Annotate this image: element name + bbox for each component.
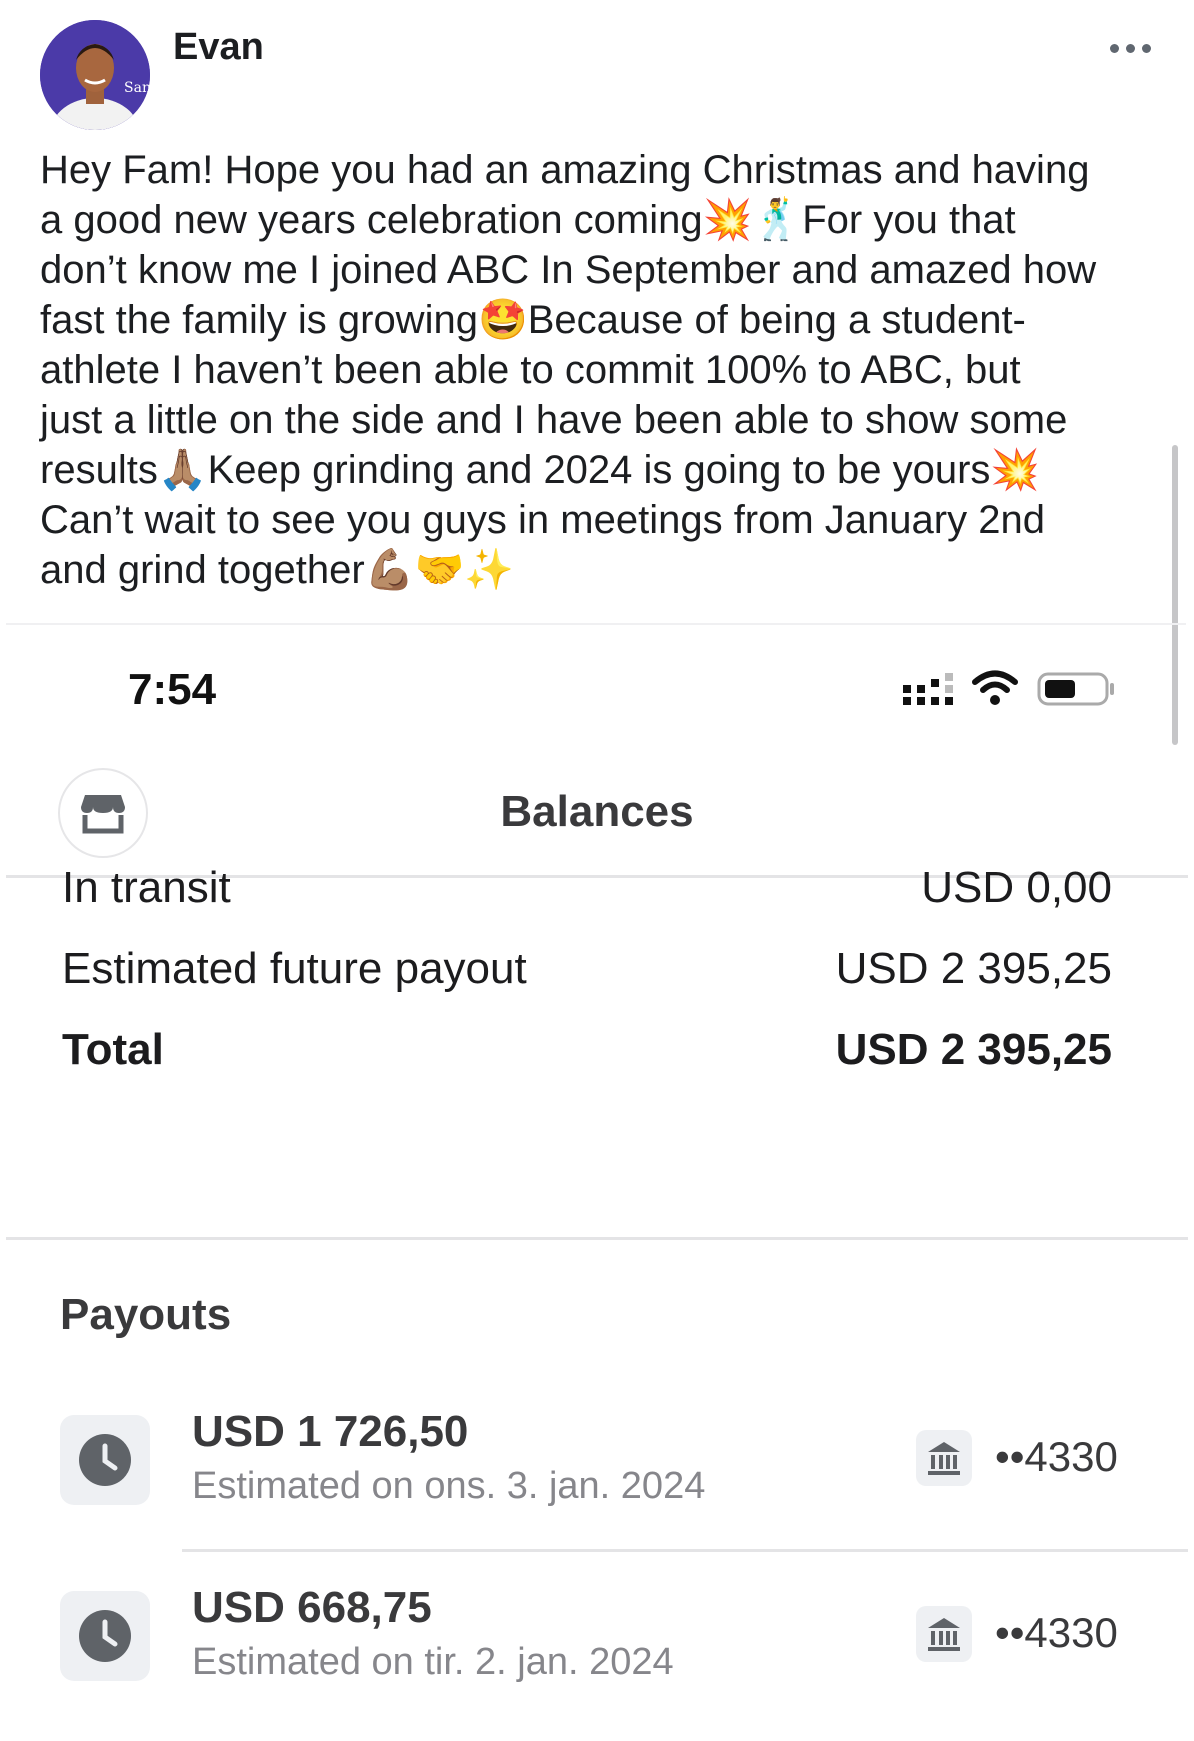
payout-amount: USD 1 726,50	[192, 1407, 469, 1456]
payout-row[interactable]: USD 1 726,50 Estimated on ons. 3. jan. 2…	[0, 1407, 1194, 1565]
payout-date: Estimated on ons. 3. jan. 2024	[192, 1465, 706, 1507]
balance-row-in-transit: In transit USD 0,00	[62, 863, 1112, 923]
balance-value: USD 0,00	[921, 863, 1112, 912]
post-header: San Evan	[0, 0, 1194, 140]
divider	[182, 1549, 1188, 1552]
payout-row[interactable]: USD 668,75 Estimated on tir. 2. jan. 202…	[0, 1583, 1194, 1741]
payout-date: Estimated on tir. 2. jan. 2024	[192, 1641, 674, 1683]
more-icon	[1109, 43, 1119, 53]
bank-icon-box	[916, 1430, 972, 1486]
balance-label: Total	[62, 1025, 164, 1074]
clock-icon-box	[60, 1415, 150, 1505]
more-icon-dot	[1125, 43, 1135, 53]
screen-title: Balances	[500, 787, 694, 836]
balance-label: Estimated future payout	[62, 944, 527, 993]
battery-icon	[1037, 672, 1114, 706]
balance-value: USD 2 395,25	[835, 944, 1112, 993]
balance-label: In transit	[62, 863, 231, 912]
payouts-heading: Payouts	[60, 1290, 232, 1339]
account-number: ••4330	[995, 1609, 1118, 1656]
balance-value: USD 2 395,25	[835, 1025, 1112, 1074]
clock-icon-box	[60, 1591, 150, 1681]
wifi-icon	[972, 670, 1018, 705]
bank-icon	[928, 1618, 960, 1651]
balance-row-estimated: Estimated future payout USD 2 395,25	[62, 944, 1112, 1004]
clock-icon	[79, 1434, 131, 1486]
avatar-image: San	[40, 20, 150, 130]
payout-amount: USD 668,75	[192, 1583, 432, 1632]
more-options-button[interactable]	[1100, 28, 1160, 68]
status-time: 7:54	[128, 665, 217, 714]
signal-icon	[903, 673, 953, 705]
bank-icon	[928, 1442, 960, 1475]
svg-text:San: San	[124, 80, 150, 96]
more-icon-dot	[1141, 43, 1151, 53]
author-name[interactable]: Evan	[173, 26, 264, 69]
attached-screenshot[interactable]: 7:54 Balances In transit USD 0,00 Estima…	[0, 625, 1194, 1728]
author-avatar[interactable]: San	[40, 20, 150, 130]
bank-icon-box	[916, 1606, 972, 1662]
post-text: Hey Fam! Hope you had an amazing Christm…	[40, 148, 1097, 592]
balance-row-total: Total USD 2 395,25	[62, 1025, 1112, 1085]
account-number: ••4330	[995, 1433, 1118, 1480]
divider	[6, 1237, 1188, 1240]
clock-icon	[79, 1610, 131, 1662]
